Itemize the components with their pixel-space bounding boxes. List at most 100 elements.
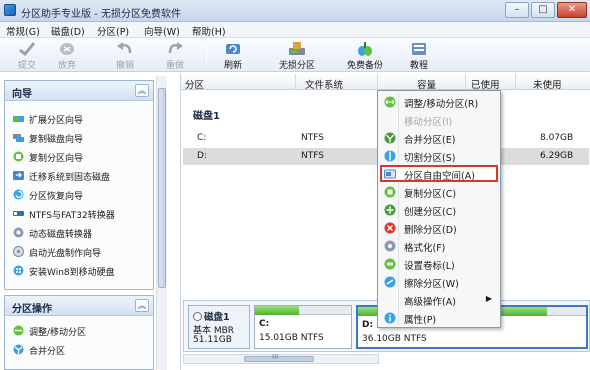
- partition-name: D:: [362, 320, 374, 330]
- column-divider[interactable]: [465, 74, 466, 90]
- resize-move-icon: [384, 96, 396, 108]
- sidebar-item-bootable-media[interactable]: 启动光盘制作向导: [13, 244, 151, 260]
- menu-disk[interactable]: 磁盘(D): [51, 24, 85, 38]
- lossless-partition-icon: [289, 42, 305, 55]
- migrate-os-icon: [13, 171, 24, 180]
- wizard-panel-header: 向导 ︽: [5, 81, 153, 101]
- hscroll-thumb[interactable]: [244, 356, 314, 362]
- context-menu: 调整/移动分区(R) 移动分区(I) 合并分区(E) 切割分区(S) 分区自由空…: [377, 90, 501, 328]
- col-filesystem[interactable]: 文件系统: [305, 77, 343, 91]
- copy-partition-icon: [384, 186, 396, 198]
- cell-partition: C:: [197, 133, 207, 143]
- win8-to-go-icon: [13, 265, 24, 276]
- menu-item-copy-partition[interactable]: 复制分区(C): [380, 183, 498, 200]
- set-label-icon: [384, 258, 396, 270]
- list-horizontal-scrollbar[interactable]: III: [183, 353, 379, 364]
- usage-bar: [255, 306, 351, 315]
- window-title: 分区助手专业版 - 无损分区免费软件: [21, 9, 181, 20]
- menu-wizard[interactable]: 向导(W): [144, 24, 180, 38]
- menu-item-set-label[interactable]: 设置卷标(L): [380, 255, 498, 272]
- col-unused[interactable]: 未使用: [533, 77, 562, 91]
- menu-partition[interactable]: 分区(P): [97, 24, 129, 38]
- cell-unused: 6.29GB: [540, 151, 574, 161]
- partition-ops-panel: 分区操作 ︽ 调整/移动分区 合并分区: [4, 295, 154, 370]
- sidebar-item-migrate-os[interactable]: 迁移系统到固态磁盘: [13, 168, 151, 184]
- col-partition[interactable]: 分区: [185, 77, 204, 91]
- cell-filesystem: NTFS: [301, 133, 324, 143]
- undo-button[interactable]: 撤销: [98, 40, 152, 71]
- tutorial-button[interactable]: 教程: [392, 40, 446, 71]
- maximize-button[interactable]: □: [531, 2, 555, 18]
- menu-item-wipe-partition[interactable]: 擦除分区(W): [380, 273, 498, 290]
- resize-move-icon: [13, 325, 24, 336]
- menu-item-resize-move[interactable]: 调整/移动分区(R): [380, 93, 498, 110]
- cell-filesystem: NTFS: [301, 151, 324, 161]
- sidebar-item-copy-disk[interactable]: 复制磁盘向导: [13, 130, 151, 146]
- collapse-partition-ops-button[interactable]: ︽: [135, 299, 149, 312]
- menu-general[interactable]: 常规(G): [6, 24, 40, 38]
- toolbar: 提交 放弃 撤销 重做 刷新 无损分区 免费备份 教程: [0, 38, 590, 72]
- sidebar-item-resize-move[interactable]: 调整/移动分区: [13, 323, 151, 339]
- menu-item-create-partition[interactable]: 创建分区(C): [380, 201, 498, 218]
- sidebar-item-merge-partition[interactable]: 合并分区: [13, 342, 151, 358]
- hscroll-grip: III: [272, 353, 279, 361]
- menu-item-split-partition[interactable]: 切割分区(S): [380, 147, 498, 164]
- menu-item-properties[interactable]: 属性(P): [380, 309, 498, 326]
- sidebar-scrollbar[interactable]: [156, 76, 167, 370]
- sidebar-item-win8-to-go[interactable]: 安装Win8到移动硬盘: [13, 263, 151, 279]
- column-divider[interactable]: [295, 74, 296, 90]
- tutorial-icon: [412, 43, 426, 55]
- sidebar-item-extend-partition[interactable]: 扩展分区向导: [13, 111, 151, 127]
- minimize-button[interactable]: –: [505, 2, 529, 18]
- sidebar-item-copy-partition[interactable]: 复制分区向导: [13, 149, 151, 165]
- merge-partition-icon: [13, 344, 24, 355]
- menu-item-merge-partition[interactable]: 合并分区(E): [380, 129, 498, 146]
- cell-partition: D:: [197, 151, 207, 161]
- title-bar: 分区助手专业版 - 无损分区免费软件 – □ ✕: [0, 0, 590, 22]
- discard-button[interactable]: 放弃: [40, 40, 94, 71]
- menu-item-format[interactable]: 格式化(F): [380, 237, 498, 254]
- refresh-button[interactable]: 刷新: [206, 40, 260, 71]
- partition-name: C:: [259, 319, 270, 329]
- lossless-partition-button[interactable]: 无损分区: [270, 40, 324, 71]
- free-backup-button[interactable]: 免费备份: [338, 40, 392, 71]
- redo-button[interactable]: 重做: [148, 40, 202, 71]
- ntfs-fat32-converter-icon: [13, 211, 24, 216]
- disk-info-card[interactable]: 磁盘1 基本 MBR 51.11GB: [188, 305, 250, 349]
- free-backup-icon: [358, 42, 372, 56]
- close-button[interactable]: ✕: [557, 2, 587, 18]
- sidebar: 向导 ︽ 扩展分区向导 复制磁盘向导 复制分区向导 迁移系统到固态磁盘 分区恢复…: [4, 76, 154, 370]
- sidebar-scroll-thumb[interactable]: [158, 88, 166, 288]
- partition-block-c[interactable]: C: 15.01GB NTFS: [254, 305, 352, 349]
- extend-partition-icon: [13, 116, 24, 122]
- disk-name: 磁盘1: [204, 312, 230, 323]
- sidebar-item-ntfs-fat32[interactable]: NTFS与FAT32转换器: [13, 206, 151, 222]
- partition-detail: 15.01GB NTFS: [259, 333, 324, 343]
- redo-icon: [168, 42, 183, 54]
- merge-partition-icon: [384, 132, 396, 144]
- column-divider[interactable]: [515, 74, 516, 90]
- col-used[interactable]: 已使用: [471, 77, 500, 91]
- col-capacity[interactable]: 容量: [417, 77, 436, 91]
- sidebar-item-dynamic-disk[interactable]: 动态磁盘转换器: [13, 225, 151, 241]
- column-divider[interactable]: [377, 74, 378, 90]
- usage-fill: [255, 306, 300, 315]
- menu-item-move-partition[interactable]: 移动分区(I): [380, 111, 498, 128]
- dynamic-disk-converter-icon: [13, 227, 24, 238]
- menu-item-allocate-free-space[interactable]: 分区自由空间(A): [380, 165, 498, 182]
- collapse-wizard-button[interactable]: ︽: [135, 84, 149, 97]
- wizard-panel-title: 向导: [12, 89, 32, 100]
- disk-icon: [193, 312, 202, 321]
- sidebar-item-partition-recovery[interactable]: 分区恢复向导: [13, 187, 151, 203]
- partition-detail: 36.10GB NTFS: [362, 334, 427, 344]
- app-icon: [4, 4, 16, 16]
- wipe-partition-icon: [384, 276, 396, 288]
- cell-unused: 8.07GB: [540, 133, 574, 143]
- properties-icon: [384, 312, 396, 324]
- menu-item-delete-partition[interactable]: 删除分区(D): [380, 219, 498, 236]
- disk-size: 51.11GB: [193, 335, 232, 345]
- undo-icon: [117, 42, 132, 54]
- allocate-free-space-icon: [384, 169, 396, 179]
- menu-help[interactable]: 帮助(H): [192, 24, 226, 38]
- menu-item-advanced[interactable]: 高级操作(A) ▶: [380, 291, 498, 308]
